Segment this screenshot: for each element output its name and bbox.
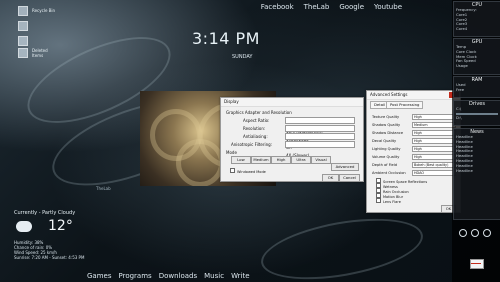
- setting-value-dropdown[interactable]: High: [412, 130, 456, 136]
- cpu-widget: CPU Frequency: Core1 Core2 Core3 Core4: [453, 1, 500, 37]
- display-window-title: Display: [221, 98, 363, 107]
- gpu-usage: Usage: [456, 63, 468, 69]
- drive-d: D:\: [456, 114, 462, 120]
- setting-value-dropdown[interactable]: Bokeh (Best quality): [412, 162, 456, 168]
- key-icon[interactable]: [471, 229, 479, 237]
- lens-flare-checkbox[interactable]: Lens Flare: [376, 198, 401, 205]
- setting-name: Shadow Distance: [372, 131, 404, 135]
- weather-sunrise-sunset: Sunrise: 7:20 AM - Sunset: 4:53 PM: [14, 255, 85, 260]
- mail-icon-flap: [471, 260, 481, 264]
- anisotropic-dropdown[interactable]: 4X (Slower): [285, 141, 355, 158]
- antialiasing-dropdown[interactable]: Off: [285, 133, 355, 150]
- recycle-bin-label: Recycle Bin: [32, 8, 56, 13]
- weather-condition: Currently - Partly Cloudy: [14, 210, 76, 216]
- wallpaper-watermark: TheLab: [96, 186, 111, 191]
- windowed-mode-checkbox[interactable]: Windowed Mode: [230, 168, 266, 175]
- desktop-icon[interactable]: [18, 19, 60, 32]
- setting-value-dropdown[interactable]: High: [412, 154, 456, 160]
- advanced-window-title: Advanced Settings: [367, 91, 460, 100]
- menu-games[interactable]: Games: [87, 272, 112, 280]
- adapter-group-title: Graphics Adapter and Resolution: [226, 110, 292, 115]
- drive-c-usage-bar: [456, 112, 498, 115]
- weather-widget: Currently - Partly Cloudy 12° Humidity: …: [14, 210, 114, 272]
- setting-name: Shadow Quality: [372, 123, 401, 127]
- news-item[interactable]: Headline: [454, 168, 500, 174]
- display-cancel-button[interactable]: Cancel: [339, 174, 360, 182]
- setting-name: Ambient Occlusion: [372, 171, 406, 175]
- setting-row: Ambient Occlusion HDAO: [372, 170, 457, 176]
- gpu-widget: GPU Temp Core Clock Mem Clock Fan Speed …: [453, 38, 500, 75]
- folder-icon: [18, 35, 28, 46]
- setting-name: Depth of Field: [372, 163, 397, 167]
- deleted-items-label: Deleted Items: [31, 47, 48, 58]
- nav-facebook[interactable]: Facebook: [261, 3, 294, 11]
- setting-name: Volume Quality: [372, 155, 400, 159]
- drives-widget: Drives C:\ D:\: [453, 100, 500, 126]
- cpu-core: Core4: [456, 26, 468, 32]
- resolution-dropdown[interactable]: 1920x1080: [285, 125, 355, 142]
- dna-helix-decoration: [256, 208, 428, 282]
- mode-medium-button[interactable]: Medium: [251, 156, 271, 164]
- aspect-ratio-label: Aspect Ratio:: [243, 118, 270, 123]
- advanced-settings-window: Advanced Settings Detail Post Processing…: [366, 90, 461, 213]
- anisotropic-label: Anisotropic Filtering:: [231, 142, 273, 147]
- setting-name: Texture Quality: [372, 115, 400, 119]
- tab-post-processing[interactable]: Post Processing: [386, 101, 424, 109]
- setting-name: Lighting Quality: [372, 147, 401, 151]
- antialiasing-label: Antialiasing:: [243, 134, 268, 139]
- display-ok-button[interactable]: OK: [322, 174, 339, 182]
- mode-visual-button[interactable]: Visual: [311, 156, 331, 164]
- news-widget: News Headline Headline Headline Headline…: [453, 128, 500, 220]
- display-settings-window: Display Graphics Adapter and Resolution …: [220, 97, 364, 182]
- setting-value-dropdown[interactable]: High: [412, 114, 456, 120]
- desktop: Recycle Bin Deleted Items Facebook TheLa…: [0, 0, 500, 282]
- menu-music[interactable]: Music: [204, 272, 224, 280]
- setting-row: Texture Quality High: [372, 114, 457, 120]
- resolution-label: Resolution:: [243, 126, 266, 131]
- setting-row: Lighting Quality High: [372, 146, 457, 152]
- clock-time: 3:14 PM: [192, 29, 260, 48]
- bottom-launcher-menu: Games Programs Downloads Music Write: [87, 272, 250, 280]
- menu-downloads[interactable]: Downloads: [159, 272, 197, 280]
- ram-widget: RAM Used Free: [453, 76, 500, 98]
- setting-value-dropdown[interactable]: High: [412, 146, 456, 152]
- desktop-icon-recycle-bin[interactable]: Recycle Bin: [18, 4, 60, 17]
- setting-name: Decal Quality: [372, 139, 397, 143]
- recycle-bin-icon: [18, 5, 28, 16]
- mode-group-title: Mode: [226, 150, 237, 155]
- aspect-ratio-dropdown[interactable]: 16:9 (Widescreen): [285, 117, 355, 134]
- setting-row: Decal Quality High: [372, 138, 457, 144]
- drive-c: C:\: [456, 106, 462, 111]
- desktop-icon-deleted-items[interactable]: Deleted Items: [18, 46, 60, 59]
- mode-ultra-button[interactable]: Ultra: [291, 156, 311, 164]
- power-icon[interactable]: [459, 229, 467, 237]
- trash-icon: [18, 47, 28, 58]
- system-monitor-panel: CPU Frequency: Core1 Core2 Core3 Core4 G…: [452, 0, 500, 282]
- setting-row: Depth of Field Bokeh (Best quality): [372, 162, 457, 168]
- folder-icon: [18, 20, 28, 31]
- menu-write[interactable]: Write: [231, 272, 249, 280]
- menu-programs[interactable]: Programs: [119, 272, 152, 280]
- nav-thelab[interactable]: TheLab: [304, 3, 330, 11]
- setting-row: Volume Quality High: [372, 154, 457, 160]
- mode-high-button[interactable]: High: [271, 156, 291, 164]
- weather-temperature: 12°: [48, 218, 73, 234]
- mode-low-button[interactable]: Low: [231, 156, 251, 164]
- nav-google[interactable]: Google: [339, 3, 364, 11]
- nav-youtube[interactable]: Youtube: [374, 3, 402, 11]
- clock-day: SUNDAY: [232, 54, 253, 60]
- top-navigation: Facebook TheLab Google Youtube: [261, 3, 402, 11]
- setting-row: Shadow Distance High: [372, 130, 457, 136]
- setting-value-dropdown[interactable]: HDAO: [412, 170, 456, 176]
- advanced-button[interactable]: Advanced: [331, 163, 359, 171]
- cloud-sun-icon: [16, 221, 32, 232]
- setting-value-dropdown[interactable]: High: [412, 138, 456, 144]
- setting-row: Shadow Quality Medium: [372, 122, 457, 128]
- ram-free: Free: [456, 86, 465, 92]
- setting-value-dropdown[interactable]: Medium: [412, 122, 456, 128]
- game-gear-decoration: [176, 139, 224, 186]
- settings-icon[interactable]: [483, 229, 491, 237]
